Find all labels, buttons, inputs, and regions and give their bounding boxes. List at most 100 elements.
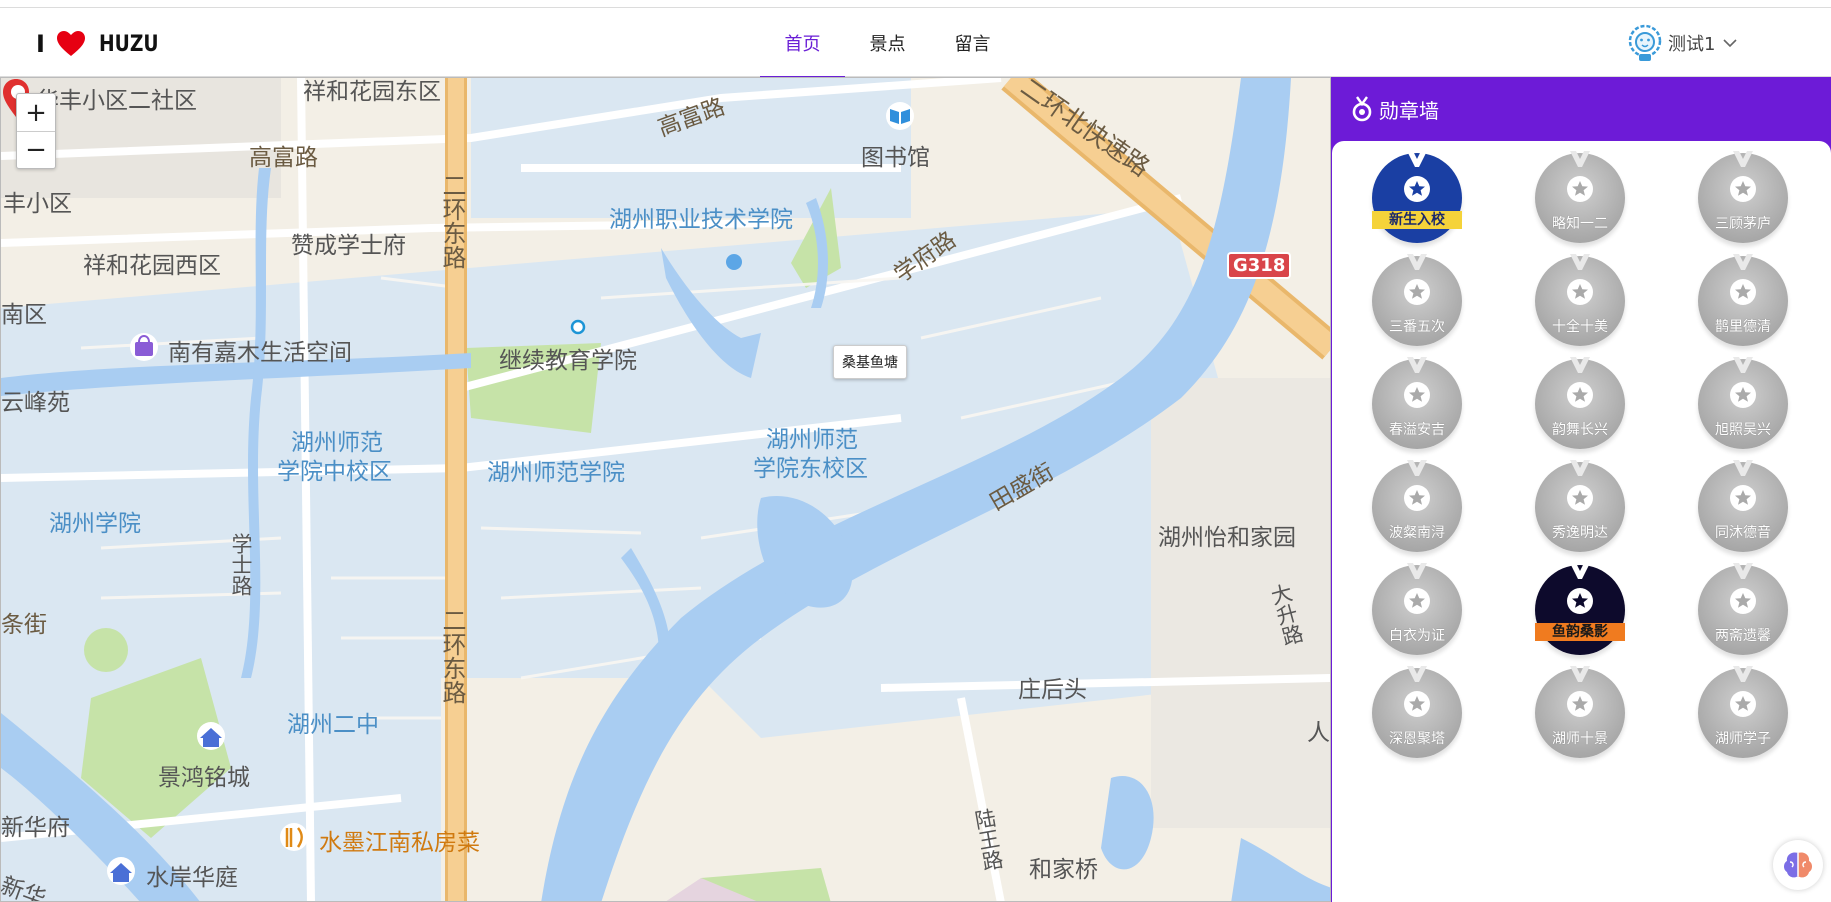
badge-name: 旭照吴兴	[1715, 422, 1771, 438]
star-icon	[1404, 382, 1430, 408]
badge-name: 深恩聚塔	[1389, 731, 1445, 747]
map-label: 赞成学士府	[291, 233, 406, 259]
badge-name: 略知一二	[1552, 216, 1608, 232]
badge-item[interactable]: 湖师十景	[1535, 666, 1625, 758]
map-label: 云峰苑	[1, 390, 70, 416]
logo-brand: HUZU	[98, 31, 159, 57]
badge-item[interactable]: 三番五次	[1372, 254, 1462, 346]
badge-item[interactable]: 略知一二	[1535, 151, 1625, 243]
star-icon	[1404, 485, 1430, 511]
map-label: 高富路	[249, 145, 318, 171]
badge-item[interactable]: 同沐德音	[1698, 460, 1788, 552]
home-icon	[107, 857, 135, 885]
ribbon-icon	[1570, 357, 1590, 373]
badge-name: 春溢安吉	[1389, 422, 1445, 438]
star-icon	[1567, 691, 1593, 717]
badge-wall-header: 勋章墙	[1331, 77, 1831, 141]
badge-name: 湖师十景	[1552, 731, 1608, 747]
star-icon	[1730, 588, 1756, 614]
badge-item[interactable]: 韵舞长兴	[1535, 357, 1625, 449]
map-label: 湖州学院	[49, 511, 141, 537]
badge-item[interactable]: 新生入校	[1372, 151, 1462, 243]
badge-item[interactable]: 春溢安吉	[1372, 357, 1462, 449]
map-label: 祥和花园东区	[303, 79, 441, 105]
marker-label[interactable]: 桑基鱼塘	[833, 345, 907, 379]
map-label: 二环东路	[438, 173, 466, 269]
zoom-control: + −	[16, 93, 56, 169]
map-label: 湖州职业技术学院	[609, 207, 793, 233]
star-icon	[1404, 176, 1430, 202]
ribbon-icon	[1733, 151, 1753, 167]
map-label: 祥和花园西区	[83, 253, 221, 279]
map-label: 南有嘉木生活空间	[168, 340, 352, 366]
map-label: 湖州怡和家园	[1158, 525, 1296, 551]
main-nav: 首页 景点 留言	[760, 8, 1015, 78]
badge-item[interactable]: 三顾茅庐	[1698, 151, 1788, 243]
map-label: 学院中校区	[277, 459, 392, 485]
map-label: 人	[1307, 720, 1330, 746]
ribbon-icon	[1570, 666, 1590, 682]
map-label: 水岸华庭	[146, 865, 238, 891]
ribbon-icon	[1570, 563, 1590, 579]
star-icon	[1567, 588, 1593, 614]
badge-item[interactable]: 深恩聚塔	[1372, 666, 1462, 758]
map-label: 庄后头	[1018, 677, 1087, 703]
badge-name: 三番五次	[1389, 319, 1445, 335]
zoom-out-button[interactable]: −	[17, 131, 55, 168]
map-label: 南区	[1, 302, 47, 328]
badge-item[interactable]: 鱼韵桑影	[1535, 563, 1625, 655]
lion-avatar-icon	[1628, 24, 1662, 61]
ribbon-icon	[1570, 151, 1590, 167]
ribbon-icon	[1733, 357, 1753, 373]
map-label: 学士路	[229, 533, 253, 596]
star-icon	[1404, 691, 1430, 717]
nav-home[interactable]: 首页	[760, 8, 845, 78]
brain-icon[interactable]	[1773, 840, 1823, 890]
badge-item[interactable]: 鹊里德清	[1698, 254, 1788, 346]
app-header: I HUZU 首页 景点 留言 测试1	[0, 8, 1831, 78]
badge-name: 三顾茅庐	[1715, 216, 1771, 232]
map-label: 水墨江南私房菜	[319, 830, 480, 856]
ribbon-icon	[1733, 254, 1753, 270]
badge-item[interactable]: 两斋遗馨	[1698, 563, 1788, 655]
badge-wall-panel: 勋章墙 新生入校 略知一二 三顾茅庐三番五次 十全十美 鹊里德清春溢安吉 韵舞长兴 旭照吴兴…	[1331, 77, 1831, 902]
library-icon	[886, 102, 914, 130]
map-label: 丰小区	[3, 191, 72, 217]
badge-item[interactable]: 白衣为证	[1372, 563, 1462, 655]
ribbon-icon	[1407, 151, 1427, 167]
nav-attractions[interactable]: 景点	[845, 8, 930, 77]
map-label: 条街	[1, 612, 47, 638]
map-label: 和家桥	[1029, 857, 1098, 883]
zoom-in-button[interactable]: +	[17, 94, 55, 131]
star-icon	[1567, 382, 1593, 408]
badge-name: 新生入校	[1372, 211, 1462, 229]
ribbon-icon	[1407, 460, 1427, 476]
badge-item[interactable]: 秀逸明达	[1535, 460, 1625, 552]
badge-name: 秀逸明达	[1552, 525, 1608, 541]
star-icon	[1730, 176, 1756, 202]
badge-item[interactable]: 十全十美	[1535, 254, 1625, 346]
ribbon-icon	[1407, 563, 1427, 579]
ribbon-icon	[1733, 460, 1753, 476]
badge-name: 白衣为证	[1389, 628, 1445, 644]
badge-name: 十全十美	[1552, 319, 1608, 335]
badge-name: 韵舞长兴	[1552, 422, 1608, 438]
badge-name: 同沐德音	[1715, 525, 1771, 541]
shop-icon	[130, 333, 158, 361]
chevron-down-icon	[1723, 39, 1738, 48]
user-menu[interactable]: 测试1	[1628, 23, 1738, 63]
map-label: 二环东路	[438, 608, 466, 704]
map-label: 新华府	[1, 815, 70, 841]
ribbon-icon	[1407, 666, 1427, 682]
badge-item[interactable]: 波粲南浔	[1372, 460, 1462, 552]
badge-grid: 新生入校 略知一二 三顾茅庐三番五次 十全十美 鹊里德清春溢安吉 韵舞长兴 旭照吴兴波粲南浔…	[1372, 151, 1812, 758]
badge-item[interactable]: 旭照吴兴	[1698, 357, 1788, 449]
badge-name: 波粲南浔	[1389, 525, 1445, 541]
map-label: 湖州二中	[287, 712, 379, 738]
user-name: 测试1	[1668, 34, 1716, 55]
nav-messages[interactable]: 留言	[930, 8, 1015, 77]
campus-map[interactable]: 华丰小区二社区 祥和花园东区 高富路 高富路 图书馆 二环北快速路 丰小区 湖州…	[0, 77, 1331, 902]
badge-item[interactable]: 湖师学子	[1698, 666, 1788, 758]
logo[interactable]: I HUZU	[36, 30, 169, 58]
ribbon-icon	[1407, 357, 1427, 373]
